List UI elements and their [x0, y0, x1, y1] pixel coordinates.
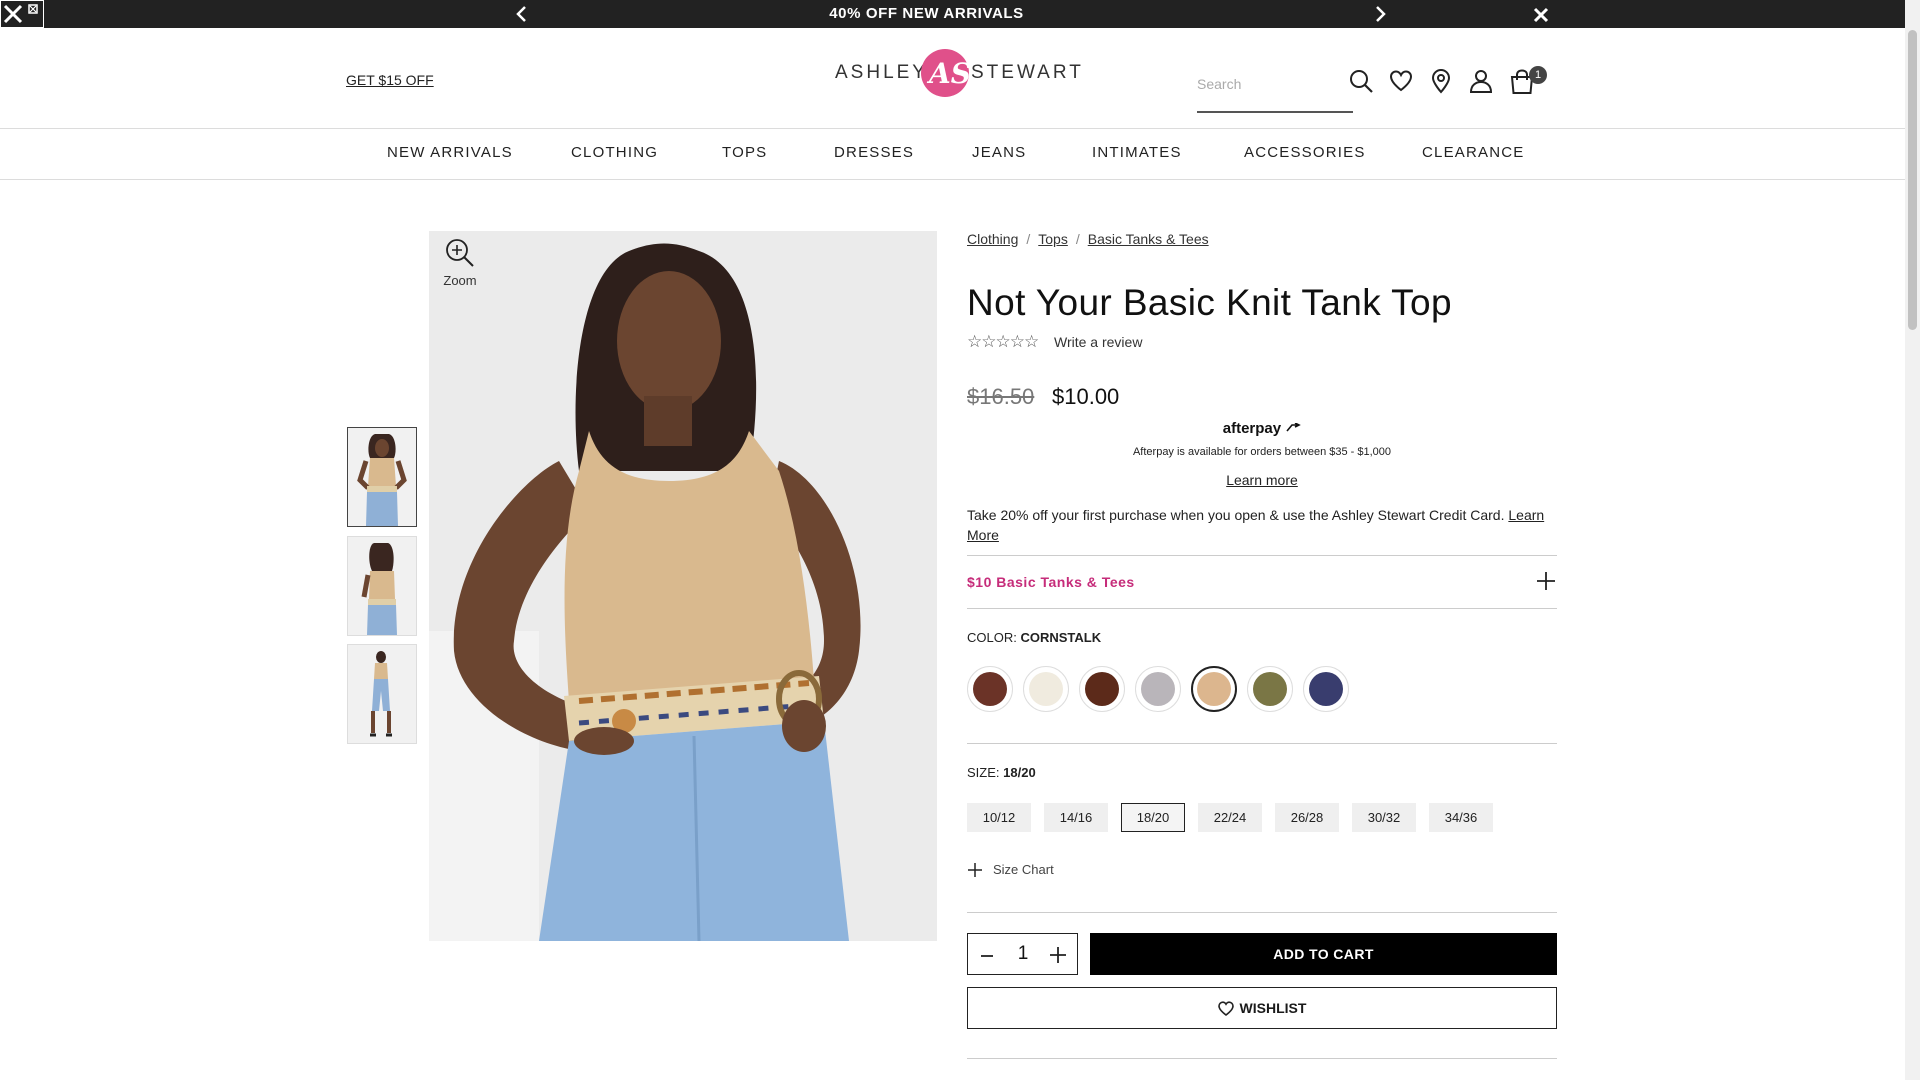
promo-accordion-label: $10 Basic Tanks & Tees [967, 574, 1135, 590]
breadcrumb: Clothing / Tops / Basic Tanks & Tees [967, 231, 1209, 247]
color-swatch-fill [1253, 672, 1287, 706]
cart-count-badge: 1 [1529, 66, 1547, 84]
promo-accordion[interactable]: $10 Basic Tanks & Tees [967, 555, 1557, 609]
nav-item-new-arrivals[interactable]: NEW ARRIVALS [387, 144, 513, 161]
product-thumbnail[interactable] [347, 427, 417, 527]
logo-monogram: AS [921, 49, 971, 97]
divider [967, 1058, 1557, 1059]
main-nav: NEW ARRIVALS CLOTHING TOPS DRESSES JEANS… [0, 130, 1905, 180]
minus-icon[interactable] [978, 946, 996, 964]
nav-item-accessories[interactable]: ACCESSORIES [1244, 144, 1366, 161]
nav-item-clearance[interactable]: CLEARANCE [1422, 144, 1525, 161]
get-discount-link[interactable]: GET $15 OFF [346, 72, 434, 88]
color-swatch-fill [1141, 672, 1175, 706]
size-chart-link[interactable]: Size Chart [967, 862, 1054, 877]
brand-logo[interactable]: ASHLEY AS STEWART [835, 48, 1081, 100]
size-option[interactable]: 34/36 [1429, 803, 1493, 832]
size-option[interactable]: 18/20 [1121, 803, 1185, 832]
product-thumbnail[interactable] [347, 644, 417, 744]
color-swatch-fill [1029, 672, 1063, 706]
color-swatch[interactable] [1023, 666, 1069, 712]
color-swatch[interactable] [967, 666, 1013, 712]
breadcrumb-tops[interactable]: Tops [1038, 231, 1068, 247]
heart-icon[interactable] [1388, 68, 1414, 94]
color-label: COLOR: CORNSTALK [967, 630, 1102, 645]
logo-word-left: ASHLEY [835, 62, 928, 83]
divider [967, 743, 1557, 744]
size-option[interactable]: 14/16 [1044, 803, 1108, 832]
color-swatch[interactable] [1079, 666, 1125, 712]
rating-stars-icon[interactable]: ☆☆☆☆☆ [967, 332, 1039, 352]
original-price: $16.50 [967, 384, 1035, 409]
color-swatch-fill [1309, 672, 1343, 706]
zoom-label: Zoom [443, 273, 477, 288]
color-swatch[interactable] [1303, 666, 1349, 712]
color-swatch[interactable] [1191, 666, 1237, 712]
breadcrumb-clothing[interactable]: Clothing [967, 231, 1018, 247]
plus-icon[interactable] [1048, 945, 1068, 965]
write-review-link[interactable]: Write a review [1054, 334, 1142, 350]
sale-price: $10.00 [1052, 384, 1120, 409]
logo-word-right: STEWART [971, 62, 1084, 83]
search-icon[interactable] [1348, 68, 1374, 94]
product-page: 40% OFF NEW ARRIVALS GET $15 OFF ASHLEY … [0, 0, 1920, 1080]
quantity-value[interactable]: 1 [1008, 943, 1038, 965]
nav-item-tops[interactable]: TOPS [722, 144, 767, 161]
close-icon[interactable] [1530, 4, 1552, 26]
product-main-image[interactable] [429, 231, 937, 941]
zoom-in-icon [446, 239, 474, 267]
promo-bar: 40% OFF NEW ARRIVALS [0, 0, 1905, 28]
size-option[interactable]: 10/12 [967, 803, 1031, 832]
size-option[interactable]: 30/32 [1352, 803, 1416, 832]
size-option[interactable]: 22/24 [1198, 803, 1262, 832]
location-pin-icon[interactable] [1428, 68, 1454, 94]
size-option[interactable]: 26/28 [1275, 803, 1339, 832]
plus-icon [968, 863, 982, 877]
nav-item-intimates[interactable]: INTIMATES [1092, 144, 1182, 161]
afterpay-note: Afterpay is available for orders between… [1132, 446, 1392, 458]
scrollbar-thumb[interactable] [1908, 30, 1917, 330]
product-thumbnail[interactable] [347, 536, 417, 636]
account-icon[interactable] [1468, 68, 1494, 94]
nav-item-clothing[interactable]: CLOTHING [571, 144, 658, 161]
heart-icon [1217, 1001, 1234, 1017]
search-box [1197, 66, 1353, 113]
color-swatch-fill [1085, 672, 1119, 706]
afterpay-learn-more: Learn more [1226, 472, 1298, 488]
credit-card-promo: Take 20% off your first purchase when yo… [967, 507, 1545, 543]
quantity-stepper: 1 [967, 933, 1078, 975]
chevron-right-icon[interactable] [1368, 2, 1392, 26]
nav-item-dresses[interactable]: DRESSES [834, 144, 914, 161]
add-to-cart-button[interactable]: ADD TO CART [1090, 933, 1557, 975]
wishlist-button[interactable]: WISHLIST [967, 987, 1557, 1029]
divider [967, 912, 1557, 913]
selected-color-name: CORNSTALK [1020, 630, 1102, 645]
color-swatch-fill [1197, 672, 1231, 706]
zoom-button[interactable]: Zoom [440, 238, 480, 288]
plus-icon [1537, 572, 1555, 590]
product-title: Not Your Basic Knit Tank Top [967, 282, 1452, 323]
color-swatch-fill [973, 672, 1007, 706]
color-swatch[interactable] [1247, 666, 1293, 712]
site-header: GET $15 OFF ASHLEY AS STEWART 1 [0, 28, 1905, 129]
scrollbar[interactable] [1905, 0, 1920, 1080]
size-label: SIZE: 18/20 [967, 765, 1036, 780]
selected-size-name: 18/20 [1003, 765, 1036, 780]
afterpay-logo: afterpay [967, 420, 1557, 437]
breadcrumb-basic-tanks-tees[interactable]: Basic Tanks & Tees [1088, 231, 1209, 247]
search-input[interactable] [1197, 76, 1307, 92]
nav-item-jeans[interactable]: JEANS [972, 144, 1026, 161]
promo-message[interactable]: 40% OFF NEW ARRIVALS [0, 5, 1853, 22]
afterpay-arrows-icon [1286, 422, 1302, 432]
color-swatch[interactable] [1135, 666, 1181, 712]
